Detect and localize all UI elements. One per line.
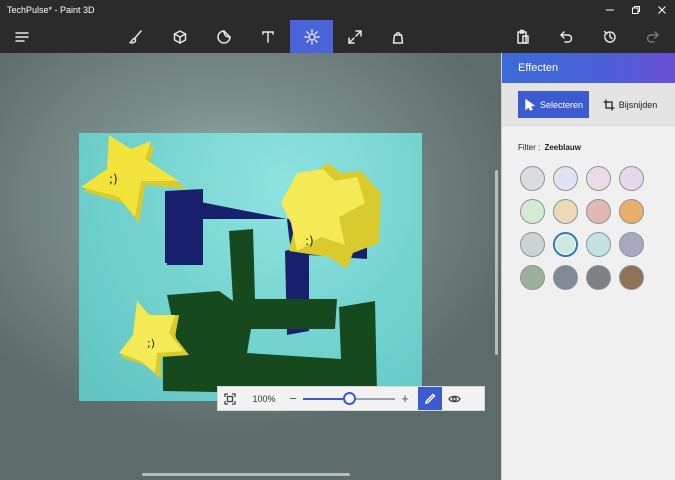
undo-button[interactable]: [546, 20, 586, 53]
pen-icon: [425, 393, 436, 404]
remix-bag-icon: [392, 31, 404, 44]
filter-readout: Filter : Zeeblauw: [518, 143, 581, 152]
filter-swatch[interactable]: [520, 199, 545, 224]
effects-sun-icon: [303, 28, 320, 45]
title-bar: TechPulse* - Paint 3D: [0, 0, 675, 20]
tool-text-button[interactable]: [248, 20, 288, 53]
tool-3d-shapes-button[interactable]: [160, 20, 200, 53]
selection-mode-row: Selecteren Bijsnijden: [502, 83, 675, 126]
filter-swatch[interactable]: [619, 265, 644, 290]
zoom-in-button[interactable]: +: [398, 391, 412, 406]
tool-canvas-button[interactable]: [335, 20, 375, 53]
zoom-slider[interactable]: [303, 387, 395, 410]
paste-icon: [517, 29, 529, 44]
tool-stickers-button[interactable]: [204, 20, 244, 53]
navy-stroke-vertical: [165, 189, 203, 265]
restore-button[interactable]: [623, 0, 649, 20]
close-button[interactable]: [649, 0, 675, 20]
filter-label: Filter :: [518, 143, 541, 152]
zoom-out-button[interactable]: −: [286, 391, 300, 406]
history-icon: [603, 30, 616, 43]
view-mode-button[interactable]: [442, 387, 466, 410]
filter-swatch[interactable]: [553, 265, 578, 290]
zoom-level-label: 100%: [252, 393, 276, 404]
menu-button[interactable]: [2, 20, 42, 53]
restore-icon: [632, 6, 640, 14]
effects-panel: Effecten Selecteren Bijsnijden Filter : …: [501, 53, 675, 480]
filter-swatch[interactable]: [586, 265, 611, 290]
filter-swatch[interactable]: [586, 166, 611, 191]
paste-button[interactable]: [503, 20, 543, 53]
window-title: TechPulse* - Paint 3D: [7, 5, 95, 15]
svg-text::): :): [305, 234, 314, 248]
sticker-icon: [217, 29, 231, 44]
zoom-bar: 100% − +: [217, 386, 485, 411]
zoom-slider-thumb[interactable]: [343, 392, 356, 405]
filter-swatch[interactable]: [586, 199, 611, 224]
filter-swatch[interactable]: [520, 265, 545, 290]
fit-screen-icon: [224, 392, 236, 405]
filter-swatch[interactable]: [520, 232, 545, 257]
svg-text:;): ;): [109, 172, 118, 186]
filter-swatch[interactable]: [586, 232, 611, 257]
tool-brushes-button[interactable]: [116, 20, 156, 53]
vertical-scrollbar[interactable]: [495, 170, 498, 355]
main-toolbar: [0, 20, 675, 53]
crop-icon: [603, 99, 615, 110]
filter-swatch[interactable]: [619, 166, 644, 191]
tool-effects-button[interactable]: [290, 20, 333, 53]
close-icon: [658, 6, 666, 14]
edit-mode-button[interactable]: [418, 387, 442, 410]
brush-icon: [129, 29, 142, 44]
workspace[interactable]: ;) :) ;) 100% − +: [0, 53, 501, 480]
cursor-select-icon: [525, 98, 536, 111]
fit-to-screen-button[interactable]: [218, 387, 242, 410]
panel-title: Effecten: [502, 53, 675, 83]
tool-remix3d-button[interactable]: [378, 20, 418, 53]
filter-value: Zeeblauw: [544, 143, 581, 152]
filter-swatch[interactable]: [553, 166, 578, 191]
undo-icon: [560, 30, 573, 43]
eye-icon: [447, 395, 461, 402]
redo-icon: [646, 30, 659, 43]
select-button[interactable]: Selecteren: [518, 91, 589, 118]
drawing-canvas[interactable]: ;) :) ;): [79, 133, 422, 401]
filter-swatch[interactable]: [553, 199, 578, 224]
select-button-label: Selecteren: [539, 99, 584, 110]
canvas-artwork: ;) :) ;): [81, 135, 381, 395]
cube-icon: [173, 29, 187, 44]
crop-button[interactable]: Bijsnijden: [597, 91, 663, 118]
minimize-button[interactable]: [597, 0, 623, 20]
text-icon: [262, 30, 274, 43]
menu-icon: [15, 31, 29, 42]
crop-button-label: Bijsnijden: [618, 99, 658, 110]
filter-swatch[interactable]: [619, 199, 644, 224]
filter-swatch[interactable]: [520, 166, 545, 191]
canvas-resize-icon: [348, 29, 362, 44]
horizontal-scrollbar[interactable]: [142, 473, 350, 476]
filter-swatch[interactable]: [619, 232, 644, 257]
minimize-icon: [606, 9, 614, 11]
filter-swatch[interactable]: [553, 232, 578, 257]
redo-button[interactable]: [633, 20, 673, 53]
history-button[interactable]: [590, 20, 630, 53]
svg-text:;): ;): [147, 337, 155, 350]
